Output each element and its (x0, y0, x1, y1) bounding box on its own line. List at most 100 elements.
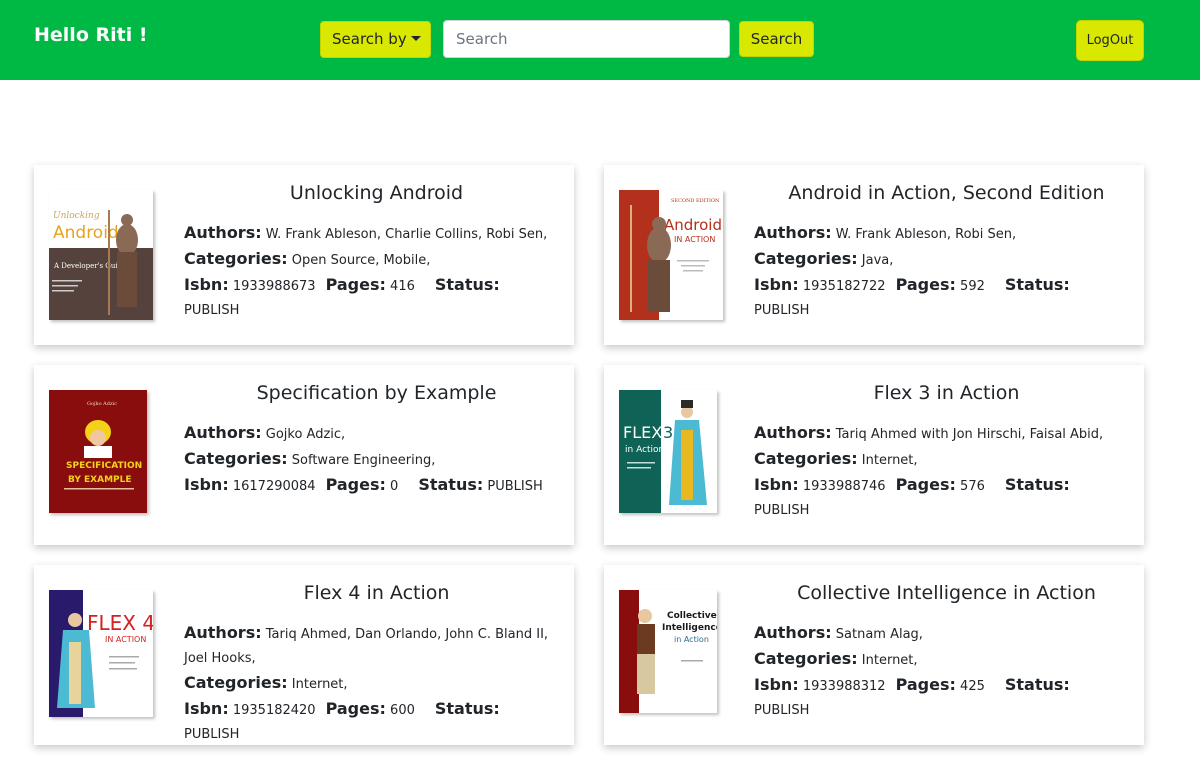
categories-label: Categories: (754, 449, 858, 468)
isbn-value: 1933988312 (802, 679, 886, 694)
svg-text:3: 3 (663, 423, 673, 442)
status-value: PUBLISH (184, 303, 240, 318)
status-value: PUBLISH (754, 703, 810, 718)
svg-text:IN ACTION: IN ACTION (105, 635, 146, 644)
book-cover-image[interactable]: SECOND EDITION Android IN ACTION (619, 190, 723, 320)
book-card[interactable]: Gojko Adzic SPECIFICATION BY EXAMPLE Spe… (34, 365, 574, 545)
search-by-dropdown[interactable]: Search by (320, 21, 431, 58)
authors-label: Authors: (754, 623, 832, 642)
svg-text:SPECIFICATION: SPECIFICATION (66, 461, 142, 471)
authors-label: Authors: (754, 223, 832, 242)
isbn-label: Isbn: (184, 275, 229, 294)
isbn-value: 1933988746 (802, 479, 886, 494)
isbn-label: Isbn: (184, 699, 229, 718)
book-title: Specification by Example (256, 382, 497, 404)
authors-value: Tariq Ahmed with Jon Hirschi, Faisal Abi… (835, 427, 1104, 442)
book-card[interactable]: FLEX 4 IN ACTION Flex 4 in Action Author… (34, 565, 574, 745)
categories-value: Open Source, Mobile, (291, 253, 431, 268)
categories-label: Categories: (754, 649, 858, 668)
status-label: Status: (1004, 475, 1070, 494)
book-card[interactable]: Unlocking Android A Developer's Guide Un… (34, 165, 574, 345)
svg-text:BY EXAMPLE: BY EXAMPLE (68, 475, 132, 485)
search-by-label: Search by (332, 30, 407, 48)
authors-value: W. Frank Ableson, Robi Sen, (835, 227, 1017, 242)
pages-value: 0 (390, 479, 399, 494)
svg-text:IN ACTION: IN ACTION (674, 235, 715, 244)
status-value: PUBLISH (754, 303, 810, 318)
pages-label: Pages: (325, 475, 386, 494)
book-info: Authors: Tariq Ahmed with Jon Hirschi, F… (754, 421, 1129, 523)
pages-label: Pages: (325, 699, 386, 718)
isbn-value: 1935182420 (232, 703, 316, 718)
book-cover-image[interactable]: FLEX 4 IN ACTION (49, 590, 153, 717)
authors-value: W. Frank Ableson, Charlie Collins, Robi … (265, 227, 548, 242)
search-button[interactable]: Search (739, 21, 814, 57)
isbn-label: Isbn: (754, 275, 799, 294)
logout-button[interactable]: LogOut (1076, 20, 1144, 61)
book-title: Flex 3 in Action (873, 382, 1020, 404)
svg-text:Gojko Adzic: Gojko Adzic (87, 401, 117, 407)
isbn-value: 1933988673 (232, 279, 316, 294)
book-info: Authors: Gojko Adzic, Categories: Softwa… (184, 421, 559, 499)
svg-text:FLEX 4: FLEX 4 (87, 611, 153, 635)
book-title: Collective Intelligence in Action (797, 582, 1096, 604)
svg-text:Collective: Collective (667, 611, 717, 621)
book-card[interactable]: Collective Intelligence in Action Collec… (604, 565, 1144, 745)
search-input[interactable] (443, 20, 730, 58)
book-card[interactable]: FLEX 3 in Action Flex 3 in Action Author… (604, 365, 1144, 545)
book-card[interactable]: SECOND EDITION Android IN ACTION Android… (604, 165, 1144, 345)
pages-label: Pages: (325, 275, 386, 294)
authors-label: Authors: (184, 623, 262, 642)
svg-text:SECOND EDITION: SECOND EDITION (671, 198, 720, 204)
book-cover-image[interactable]: Collective Intelligence in Action (619, 590, 717, 713)
categories-label: Categories: (184, 249, 288, 268)
svg-text:Android: Android (664, 216, 722, 234)
top-navbar: Hello Riti ! Search by Search LogOut (0, 0, 1200, 80)
pages-label: Pages: (895, 475, 956, 494)
authors-label: Authors: (184, 423, 262, 442)
categories-value: Internet, (861, 653, 918, 668)
book-title: Unlocking Android (289, 182, 464, 204)
status-label: Status: (1004, 675, 1070, 694)
pages-value: 576 (960, 479, 985, 494)
pages-value: 592 (960, 279, 985, 294)
categories-value: Internet, (291, 677, 348, 692)
book-info: Authors: Satnam Alag, Categories: Intern… (754, 621, 1129, 723)
greeting-text: Hello Riti ! (34, 24, 148, 46)
svg-text:in Action: in Action (625, 445, 664, 455)
status-label: Status: (434, 275, 500, 294)
svg-text:in Action: in Action (674, 635, 709, 644)
authors-value: Satnam Alag, (835, 627, 923, 642)
book-title: Android in Action, Second Edition (788, 182, 1105, 204)
status-label: Status: (418, 475, 484, 494)
isbn-value: 1617290084 (232, 479, 316, 494)
caret-down-icon (410, 36, 421, 41)
svg-text:Intelligence: Intelligence (662, 623, 717, 633)
categories-label: Categories: (184, 449, 288, 468)
status-label: Status: (434, 699, 500, 718)
pages-value: 416 (390, 279, 415, 294)
svg-text:FLEX: FLEX (623, 423, 662, 442)
categories-label: Categories: (184, 673, 288, 692)
book-cover-image[interactable]: Gojko Adzic SPECIFICATION BY EXAMPLE (49, 390, 147, 513)
book-info: Authors: W. Frank Ableson, Robi Sen, Cat… (754, 221, 1129, 323)
pages-value: 425 (960, 679, 985, 694)
book-cover-image[interactable]: FLEX 3 in Action (619, 390, 717, 513)
categories-value: Internet, (861, 453, 918, 468)
status-value: PUBLISH (754, 503, 810, 518)
categories-value: Java, (861, 253, 894, 268)
pages-value: 600 (390, 703, 415, 718)
book-cover-image[interactable]: Unlocking Android A Developer's Guide (49, 190, 153, 320)
categories-label: Categories: (754, 249, 858, 268)
status-value: PUBLISH (487, 479, 543, 494)
status-label: Status: (1004, 275, 1070, 294)
isbn-label: Isbn: (754, 675, 799, 694)
svg-text:Unlocking: Unlocking (53, 211, 100, 221)
svg-text:A Developer's Guide: A Developer's Guide (53, 262, 126, 270)
status-value: PUBLISH (184, 727, 240, 742)
book-info: Authors: Tariq Ahmed, Dan Orlando, John … (184, 621, 559, 747)
authors-label: Authors: (754, 423, 832, 442)
book-info: Authors: W. Frank Ableson, Charlie Colli… (184, 221, 559, 323)
isbn-value: 1935182722 (802, 279, 886, 294)
authors-value: Gojko Adzic, (265, 427, 346, 442)
